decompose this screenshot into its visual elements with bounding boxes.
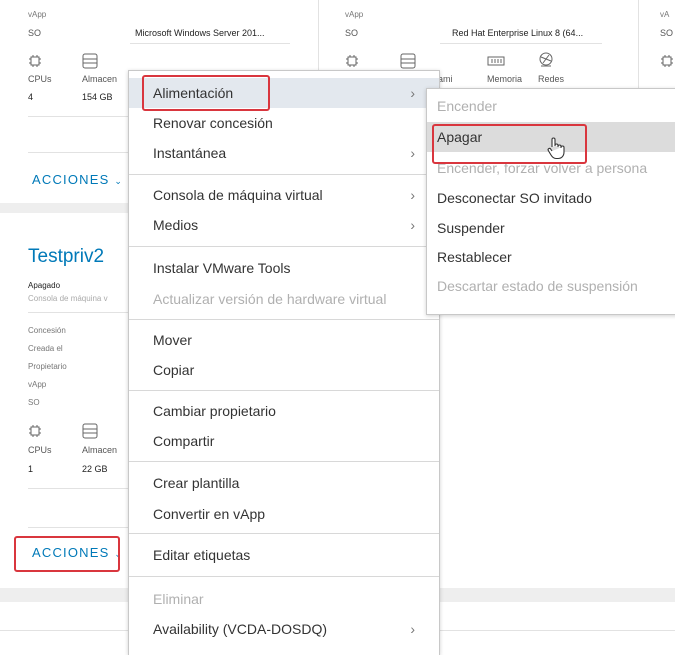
propietario-label: Propietario: [28, 362, 67, 371]
menu-item-crear-plantilla[interactable]: Crear plantilla: [129, 468, 439, 498]
cpu-icon: [346, 55, 358, 67]
menu-item-compartir[interactable]: Compartir: [129, 426, 439, 456]
highlight-acciones: [14, 536, 120, 572]
network-icon: [539, 52, 553, 67]
menu-item-consola[interactable]: Consola de máquina virtual ›: [129, 180, 439, 210]
card3-so-label: SO: [660, 28, 674, 38]
card2-cpus-label-cut: ami: [438, 74, 453, 84]
chevron-right-icon: ›: [410, 187, 415, 203]
card2-so-value: Red Hat Enterprise Linux 8 (64...: [452, 28, 584, 38]
menu-item-instantanea[interactable]: Instantánea ›: [129, 138, 439, 168]
card2-vapp-label: vApp: [345, 10, 364, 19]
vm-state: Apagado: [28, 281, 61, 290]
vm-title[interactable]: Testpriv2: [28, 246, 104, 268]
card1-cpus-label: CPUs: [28, 74, 52, 84]
storage-icon: [82, 423, 98, 439]
cpu-icon: [661, 55, 673, 67]
card2-memory-label: Memoria: [487, 74, 523, 84]
card1-storage-label: Almacen: [82, 74, 118, 84]
so-label: SO: [28, 398, 40, 407]
submenu-item-restablecer[interactable]: Restablecer: [427, 242, 675, 272]
tp-cpus-label: CPUs: [28, 445, 52, 455]
menu-item-actualizar-hardware: Actualizar versión de hardware virtual: [153, 291, 387, 307]
chevron-right-icon: ›: [410, 85, 415, 101]
submenu-item-desconectar-so[interactable]: Desconectar SO invitado: [427, 183, 675, 213]
menu-item-renovar-concesion[interactable]: Renovar concesión: [129, 108, 439, 138]
chevron-right-icon: ›: [410, 621, 415, 637]
memory-icon: [487, 56, 505, 66]
concesion-label: Concesión: [28, 326, 66, 335]
vapp-label: vApp: [28, 380, 47, 389]
storage-icon: [82, 53, 98, 69]
submenu-item-encender: Encender: [437, 98, 497, 114]
card1-cpus-value: 4: [28, 92, 34, 102]
chevron-right-icon: ›: [410, 145, 415, 161]
power-submenu: Encender Apagar Encender, forzar volver …: [426, 88, 675, 315]
menu-item-availability[interactable]: Availability (VCDA-DOSDQ) ›: [129, 614, 439, 644]
tp-cpus-value: 1: [28, 464, 34, 474]
card1-storage-value: 154 GB: [82, 92, 113, 102]
card1-so-value: Microsoft Windows Server 201...: [135, 28, 265, 38]
menu-item-medios[interactable]: Medios ›: [129, 210, 439, 240]
card1-so-label: SO: [28, 28, 42, 38]
hand-pointer-icon: [547, 137, 565, 160]
menu-item-copiar[interactable]: Copiar: [129, 355, 439, 385]
context-menu: Alimentación › Renovar concesión Instantá…: [128, 70, 440, 655]
menu-item-editar-etiquetas[interactable]: Editar etiquetas: [129, 540, 439, 570]
card2-so-label: SO: [345, 28, 359, 38]
card1-acciones-button[interactable]: ACCIONES ⌄: [32, 172, 123, 187]
menu-item-cambiar-propietario[interactable]: Cambiar propietario: [129, 396, 439, 426]
storage-icon: [400, 53, 416, 69]
cpu-icon: [29, 55, 41, 67]
card1-vapp-label: vApp: [28, 10, 47, 19]
submenu-item-descartar-suspension: Descartar estado de suspensión: [437, 278, 638, 294]
submenu-item-suspender[interactable]: Suspender: [427, 213, 675, 243]
menu-item-mover[interactable]: Mover: [129, 325, 439, 355]
tp-storage-value: 22 GB: [82, 464, 108, 474]
menu-item-eliminar: Eliminar: [153, 591, 204, 607]
tp-storage-label: Almacen: [82, 445, 118, 455]
card2-network-label: Redes: [538, 74, 565, 84]
creada-label: Creada el: [28, 344, 63, 353]
vm-console-link[interactable]: Consola de máquina v: [28, 294, 108, 303]
chevron-right-icon: ›: [410, 217, 415, 233]
cpu-icon: [29, 425, 41, 437]
menu-item-instalar-vmware-tools[interactable]: Instalar VMware Tools: [129, 253, 439, 283]
menu-item-convertir-vapp[interactable]: Convertir en vApp: [129, 499, 439, 529]
highlight-alimentacion: [142, 75, 270, 111]
